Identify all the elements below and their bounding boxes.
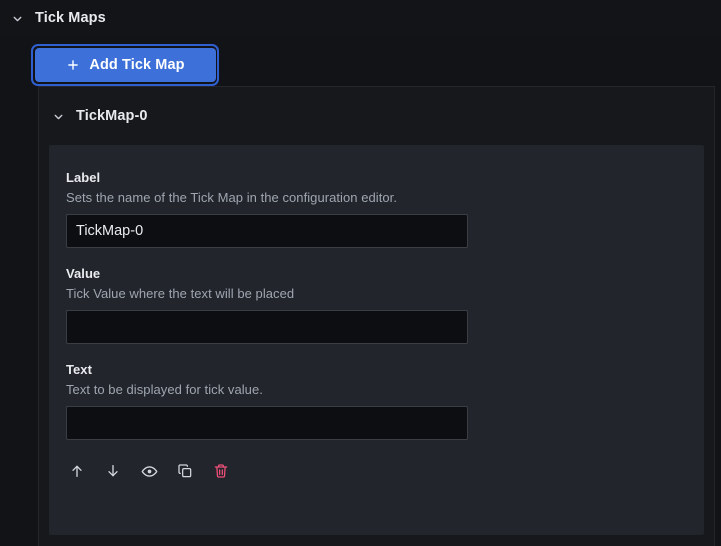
tick-map-actions (66, 460, 704, 482)
tick-map-group-panel: TickMap-0 Label Sets the name of the Tic… (38, 86, 715, 546)
page-title: Tick Maps (35, 10, 106, 26)
tick-map-0-card: Label Sets the name of the Tick Map in t… (49, 145, 704, 535)
add-tick-map-button-label: Add Tick Map (89, 57, 185, 73)
move-up-icon[interactable] (66, 460, 88, 482)
chevron-down-icon[interactable] (50, 108, 66, 124)
label-input[interactable] (66, 214, 468, 248)
field-label-group: Label Sets the name of the Tick Map in t… (66, 169, 704, 248)
text-field-description: Text to be displayed for tick value. (66, 382, 263, 397)
add-tick-map-button[interactable]: Add Tick Map (35, 48, 216, 82)
chevron-down-icon[interactable] (9, 10, 25, 26)
text-input[interactable] (66, 406, 468, 440)
field-text-group: Text Text to be displayed for tick value… (66, 361, 704, 440)
eye-icon[interactable] (138, 460, 160, 482)
tick-map-0-header[interactable]: TickMap-0 (39, 87, 714, 145)
trash-icon[interactable] (210, 460, 232, 482)
field-value-group: Value Tick Value where the text will be … (66, 265, 704, 344)
move-down-icon[interactable] (102, 460, 124, 482)
label-field-title: Label (66, 170, 101, 185)
add-tick-map-button-wrapper: Add Tick Map (31, 44, 219, 86)
text-field-title: Text (66, 362, 92, 377)
plus-icon (66, 58, 80, 72)
copy-icon[interactable] (174, 460, 196, 482)
label-field-description: Sets the name of the Tick Map in the con… (66, 190, 397, 205)
value-input[interactable] (66, 310, 468, 344)
value-field-description: Tick Value where the text will be placed (66, 286, 295, 301)
tick-maps-section-header[interactable]: Tick Maps (0, 0, 721, 36)
tick-map-0-title: TickMap-0 (76, 108, 148, 124)
value-field-title: Value (66, 266, 101, 281)
tick-maps-editor: Tick Maps Add Tick Map TickMap-0 Label S… (0, 0, 721, 546)
